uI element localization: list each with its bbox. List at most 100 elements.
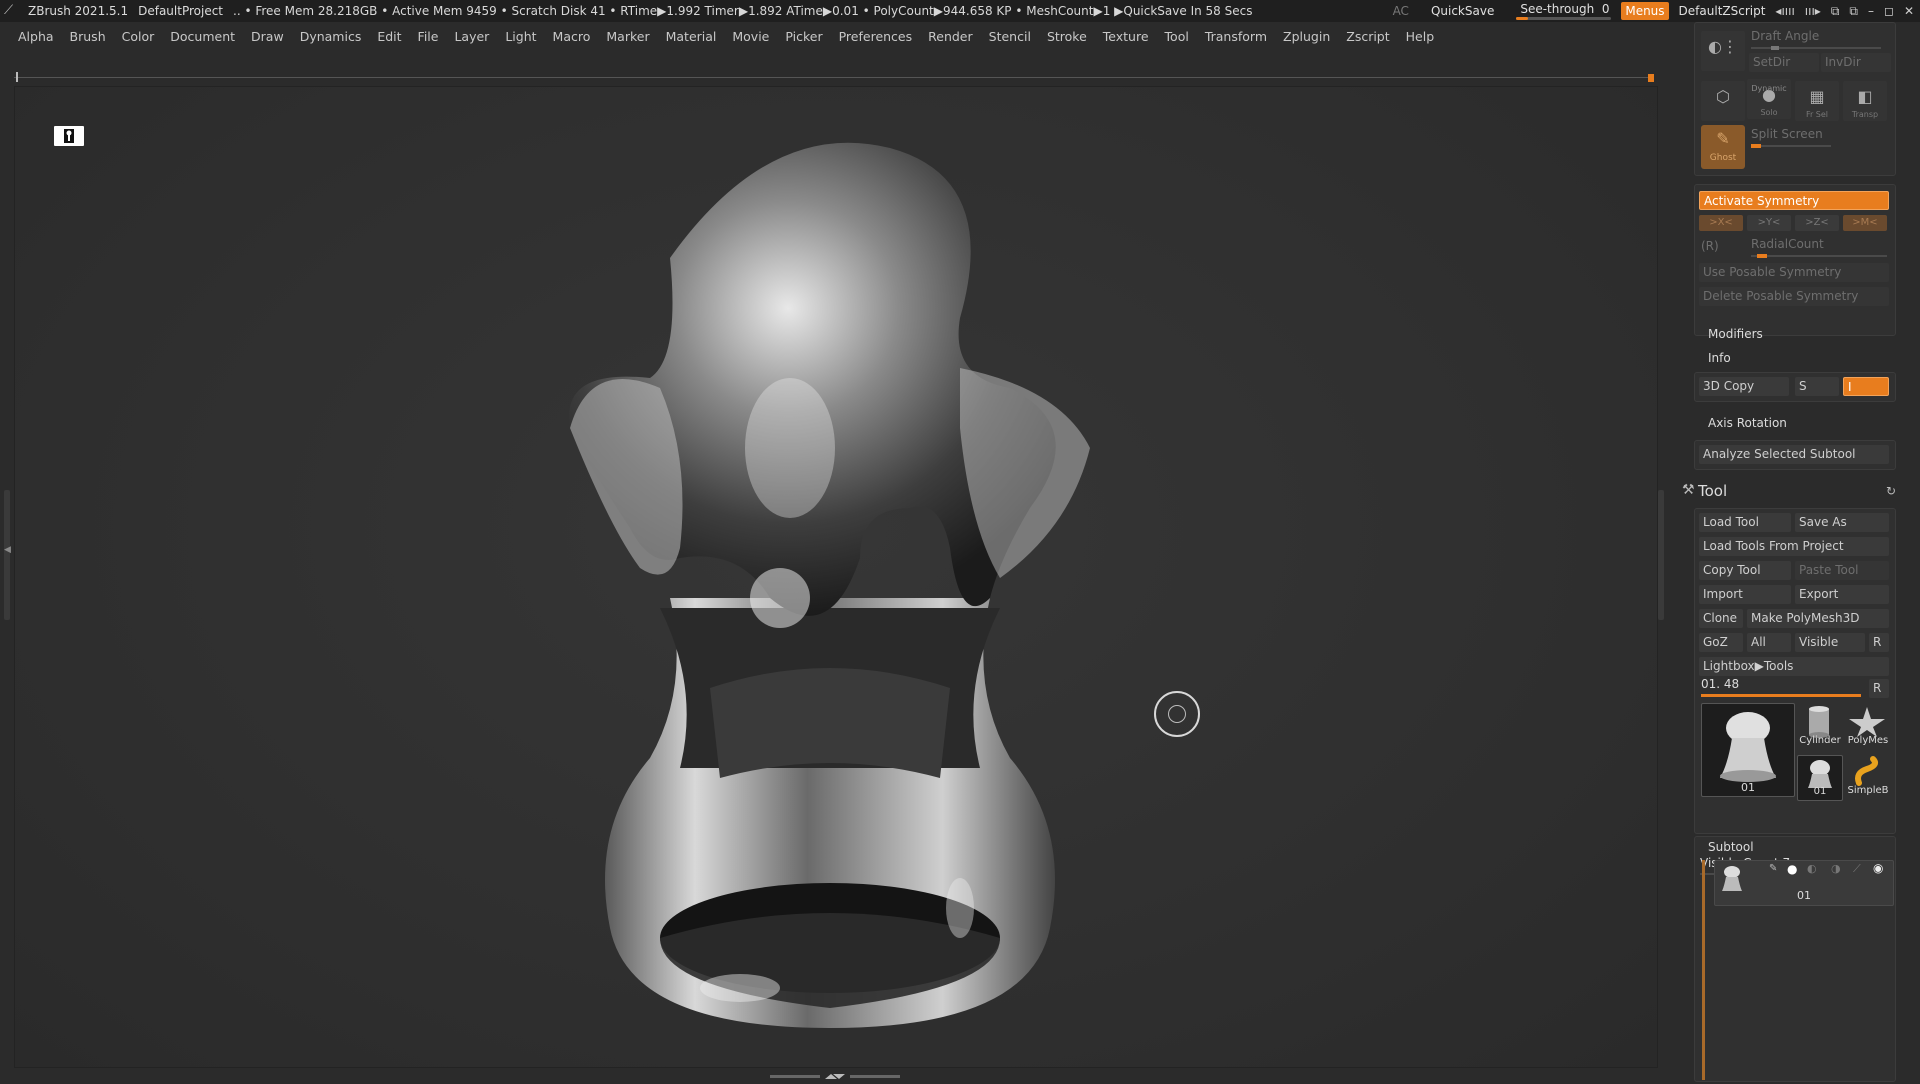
menu-help[interactable]: Help [1398, 29, 1443, 44]
export-button[interactable]: Export [1795, 585, 1889, 604]
draft-angle-slider[interactable] [1751, 46, 1881, 50]
menu-stencil[interactable]: Stencil [981, 29, 1039, 44]
solo-button[interactable]: Dynamic ● Solo [1747, 79, 1791, 119]
window-icon[interactable]: ⧉ [1849, 4, 1858, 19]
delete-posable-symmetry-button[interactable]: Delete Posable Symmetry [1699, 287, 1889, 306]
menu-material[interactable]: Material [658, 29, 725, 44]
symmetry-z-button[interactable]: >Z< [1795, 215, 1839, 231]
tool-palette-title[interactable]: Tool [1698, 482, 1727, 500]
cylinder-tool-thumbnail[interactable]: Cylinder [1797, 705, 1841, 749]
activate-symmetry-button[interactable]: Activate Symmetry [1699, 191, 1889, 210]
ghost-button[interactable]: ✎ Ghost [1701, 125, 1745, 169]
project-name[interactable]: DefaultProject [138, 4, 223, 18]
info-header[interactable]: Info [1708, 351, 1731, 365]
analyze-subtool-button[interactable]: Analyze Selected Subtool [1699, 445, 1889, 464]
menu-document[interactable]: Document [162, 29, 243, 44]
current-tool-thumbnail[interactable]: 01 [1701, 703, 1795, 797]
simplebrush-tool-thumbnail[interactable]: SimpleB [1845, 755, 1889, 799]
transparency-button[interactable]: ◧ Transp [1843, 81, 1887, 121]
menu-transform[interactable]: Transform [1197, 29, 1275, 44]
load-tool-button[interactable]: Load Tool [1699, 513, 1791, 532]
menu-zscript[interactable]: Zscript [1338, 29, 1397, 44]
setdir-button[interactable]: SetDir [1749, 53, 1819, 72]
subtool-polyframe-icon[interactable]: ● [1787, 862, 1797, 876]
expand-ui-icon[interactable]: ııı▸ [1805, 4, 1821, 19]
goz-r-button[interactable]: R [1869, 633, 1889, 652]
sculpt-model[interactable] [530, 128, 1130, 1051]
goz-button[interactable]: GoZ [1699, 633, 1743, 652]
subtool-transp-icon[interactable]: ◑ [1831, 862, 1841, 875]
menu-file[interactable]: File [410, 29, 447, 44]
symmetry-m-button[interactable]: >M< [1843, 215, 1887, 231]
menu-marker[interactable]: Marker [598, 29, 657, 44]
import-button[interactable]: Import [1699, 585, 1791, 604]
goz-all-button[interactable]: All [1747, 633, 1791, 652]
menu-preferences[interactable]: Preferences [831, 29, 921, 44]
invdir-button[interactable]: InvDir [1821, 53, 1891, 72]
timeline-marker[interactable] [16, 72, 18, 82]
tool-hammer-icon[interactable]: ⚒ [1682, 482, 1695, 498]
left-tray-handle[interactable]: ◀ [4, 490, 11, 620]
subtool-item-01[interactable]: ✎ ● ◐ ◑ ⟋ ◉ 01 [1714, 860, 1894, 906]
subtool-tool-thumbnail[interactable]: 01 [1797, 755, 1843, 801]
subtool-dynamic-icon[interactable]: ◐ [1807, 862, 1817, 875]
menus-toggle-button[interactable]: Menus [1621, 2, 1669, 20]
make-polymesh3d-button[interactable]: Make PolyMesh3D [1747, 609, 1889, 628]
ac-toggle[interactable]: AC [1393, 4, 1409, 18]
split-screen-label[interactable]: Split Screen [1751, 127, 1823, 141]
close-icon[interactable]: ✕ [1904, 4, 1914, 19]
shrink-ui-icon[interactable]: ◂ıııı [1775, 4, 1794, 19]
layout-icon[interactable]: ⧉ [1831, 4, 1840, 19]
lightbox-tools-button[interactable]: Lightbox▶Tools [1699, 657, 1889, 676]
radial-toggle[interactable]: (R) [1701, 239, 1719, 253]
ui-settings-icon[interactable]: ◐⋮ [1701, 31, 1745, 71]
modifiers-header[interactable]: Modifiers [1708, 327, 1763, 341]
menu-alpha[interactable]: Alpha [10, 29, 62, 44]
subtool-scrollbar[interactable] [1702, 860, 1705, 1080]
menu-layer[interactable]: Layer [446, 29, 497, 44]
bottom-tray-handle[interactable] [770, 1070, 900, 1079]
maximize-icon[interactable]: ◻ [1884, 4, 1894, 19]
menu-stroke[interactable]: Stroke [1039, 29, 1095, 44]
copy3d-i-field[interactable]: I [1843, 377, 1889, 396]
reset-icon[interactable]: ↻ [1886, 484, 1896, 498]
radial-count-slider[interactable] [1751, 254, 1887, 258]
goz-visible-button[interactable]: Visible [1795, 633, 1865, 652]
menu-edit[interactable]: Edit [369, 29, 409, 44]
quicksave-button[interactable]: QuickSave [1419, 4, 1506, 18]
menu-draw[interactable]: Draw [243, 29, 292, 44]
load-tools-from-project-button[interactable]: Load Tools From Project [1699, 537, 1889, 556]
polymesh-tool-thumbnail[interactable]: PolyMes [1845, 705, 1889, 749]
timeline-ruler[interactable] [14, 72, 1654, 84]
subtool-brush-icon[interactable]: ✎ [1769, 863, 1777, 874]
save-as-button[interactable]: Save As [1795, 513, 1889, 532]
minimize-icon[interactable]: – [1868, 4, 1874, 19]
menu-movie[interactable]: Movie [724, 29, 777, 44]
subtool-edit-icon[interactable]: ⟋ [1853, 862, 1861, 876]
subtool-header[interactable]: Subtool [1708, 840, 1754, 854]
menu-texture[interactable]: Texture [1095, 29, 1157, 44]
split-screen-slider[interactable] [1751, 144, 1831, 148]
default-zscript-button[interactable]: DefaultZScript [1679, 4, 1766, 18]
right-tray-handle[interactable] [1658, 490, 1664, 620]
tool-slider[interactable] [1701, 694, 1861, 697]
copy3d-s-button[interactable]: S [1795, 377, 1839, 396]
axis-rotation-header[interactable]: Axis Rotation [1708, 416, 1787, 430]
tool-slider-r-button[interactable]: R [1869, 679, 1889, 698]
menu-dynamics[interactable]: Dynamics [292, 29, 370, 44]
clone-button[interactable]: Clone [1699, 609, 1743, 628]
timeline-end-marker[interactable] [1648, 74, 1654, 82]
menu-tool[interactable]: Tool [1157, 29, 1197, 44]
symmetry-y-button[interactable]: >Y< [1747, 215, 1791, 231]
subtool-visibility-eye-icon[interactable]: ◉ [1873, 861, 1883, 875]
menu-picker[interactable]: Picker [777, 29, 830, 44]
copy-tool-button[interactable]: Copy Tool [1699, 561, 1791, 580]
use-posable-symmetry-button[interactable]: Use Posable Symmetry [1699, 263, 1889, 282]
copy3d-button[interactable]: 3D Copy [1699, 377, 1789, 396]
see-through-slider[interactable]: See-through 0 [1516, 1, 1612, 21]
frame-selection-button[interactable]: ▦ Fr Sel [1795, 81, 1839, 121]
symmetry-x-button[interactable]: >X< [1699, 215, 1743, 231]
menu-render[interactable]: Render [920, 29, 981, 44]
menu-zplugin[interactable]: Zplugin [1275, 29, 1338, 44]
paste-tool-button[interactable]: Paste Tool [1795, 561, 1889, 580]
